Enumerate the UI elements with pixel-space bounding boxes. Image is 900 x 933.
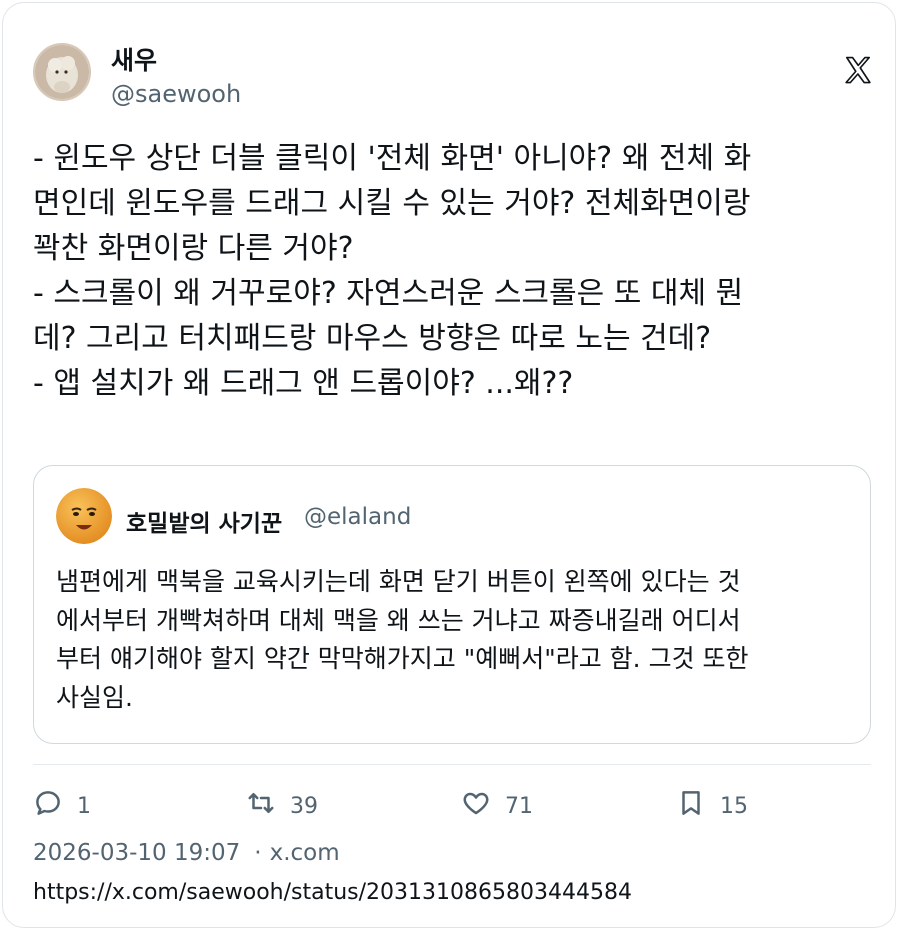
source-domain[interactable]: x.com [270,840,340,866]
quoted-author-display-name[interactable]: 호밀밭의 사기꾼 [126,504,282,538]
tweet-meta: 2026-03-10 19:07 · x.com [33,840,340,866]
reply-icon [33,788,63,824]
timestamp[interactable]: 2026-03-10 19:07 [33,840,240,866]
quoted-tweet[interactable]: 호밀밭의 사기꾼 @elaland 냄편에게 맥북을 교육시키는데 화면 닫기 … [33,465,871,744]
quoted-tweet-text: 냄편에게 맥북을 교육시키는데 화면 닫기 버튼이 왼쪽에 있다는 것 에서부터… [56,563,856,717]
reply-count: 1 [77,793,91,819]
quoted-author-avatar[interactable] [56,488,112,544]
reply-button[interactable]: 1 [33,789,91,823]
tweet-text-line: - 스크롤이 왜 거꾸로야? 자연스러운 스크롤은 또 대체 뭔 [33,276,744,311]
retweet-count: 39 [290,793,318,819]
like-button[interactable]: 71 [461,789,533,823]
quoted-text-line: 사실임. [56,682,133,712]
tweet-text: - 윈도우 상단 더블 클릭이 '전체 화면' 아니야? 왜 전체 화 면인데 … [33,136,873,406]
tweet-text-line: - 앱 설치가 왜 드래그 앤 드롭이야? ...왜?? [33,366,574,401]
bookmark-icon [676,788,706,824]
tweet-text-line: 꽉찬 화면이랑 다른 거야? [33,231,354,266]
retweet-icon [246,788,276,824]
quoted-author-handle[interactable]: @elaland [304,504,411,530]
tweet-text-line: - 윈도우 상단 더블 클릭이 '전체 화면' 아니야? 왜 전체 화 [33,141,752,176]
tweet-text-line: 면인데 윈도우를 드래그 시킬 수 있는 거야? 전체화면이랑 [33,186,751,221]
tweet-text-line: 데? 그리고 터치패드랑 마우스 방향은 따로 노는 건데? [33,321,712,356]
quoted-text-line: 에서부터 개빡쳐하며 대체 맥을 왜 쓰는 거냐고 짜증내길래 어디서 [56,605,741,635]
divider [33,764,871,765]
quoted-text-line: 부터 얘기해야 할지 약간 막막해가지고 "예뻐서"라고 함. 그것 또한 [56,644,749,673]
x-logo-icon[interactable] [843,55,873,85]
bookmark-count: 15 [720,793,748,819]
quoted-text-line: 냄편에게 맥북을 교육시키는데 화면 닫기 버튼이 왼쪽에 있다는 것 [56,567,741,596]
tweet-card: 새우 @saewooh - 윈도우 상단 더블 클릭이 '전체 화면' 아니야?… [2,2,896,928]
author-display-name[interactable]: 새우 [111,41,157,77]
retweet-button[interactable]: 39 [246,789,318,823]
heart-icon [461,788,491,824]
like-count: 71 [505,793,533,819]
bookmark-button[interactable]: 15 [676,789,748,823]
tweet-url[interactable]: https://x.com/saewooh/status/20313108658… [33,880,632,905]
author-handle[interactable]: @saewooh [111,80,241,108]
meta-separator: · [254,840,262,866]
author-avatar[interactable] [33,43,91,101]
